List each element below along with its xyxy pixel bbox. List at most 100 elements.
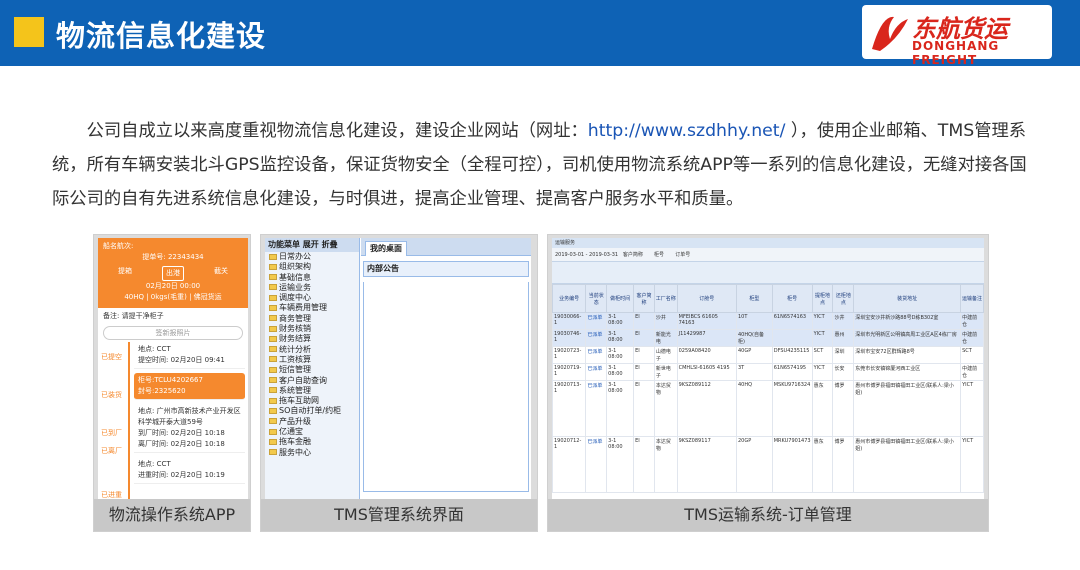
table-cell: 20GP [735,436,773,493]
tms-screen: 功能菜单 展开 折叠 日常办公 组织架构 基础信息 运输业务 调度中心 车辆费用管理 商务管… [265,238,531,500]
table-cell: 40HQ [735,380,773,437]
table-cell: 19020719-1 [552,363,587,381]
folder-icon [269,325,277,332]
menu-header: 功能菜单 展开 折叠 [265,238,359,252]
menu-item[interactable]: 服务中心 [265,448,359,458]
menu-item[interactable]: 组织架构 [265,262,359,272]
table-cell: YICT [960,380,984,437]
order-title-bar: 运输服务 [552,238,984,248]
order-caption: TMS运输系统-订单管理 [548,499,988,531]
menu-item[interactable]: 产品升级 [265,417,359,427]
title-accent-square [14,17,44,47]
column-header[interactable]: 提柜地点 [811,284,834,313]
column-header[interactable]: 柜号 [771,284,813,313]
column-header[interactable]: 柜型 [735,284,773,313]
menu-item-label: 客户自助查询 [279,375,327,385]
timeline-card[interactable]: 地点: 广州市高新技术产业开发区科学城开泰大道59号 到厂时间: 02月20日 1… [134,404,245,453]
table-cell: DFSU4235115 [771,346,813,364]
menu-item[interactable]: 工资核算 [265,355,359,365]
container-filter-label: 柜号 [654,252,665,258]
menu-item[interactable]: 调度中心 [265,293,359,303]
menu-item[interactable]: 短信管理 [265,365,359,375]
menu-item[interactable]: 日常办公 [265,252,359,262]
column-header[interactable]: 还柜地点 [832,284,855,313]
menu-item-label: 拖车金融 [279,437,311,447]
folder-icon [269,304,277,311]
table-cell: 沙井 [653,312,678,330]
menu-item[interactable]: 商务管理 [265,314,359,324]
column-header[interactable]: 客户简称 [633,284,655,313]
customer-filter-label: 客户简称 [622,252,643,258]
sign-photo-button[interactable]: 签新报照片 [103,326,243,340]
table-cell: CMHLSI-61605 4195 [676,363,737,381]
container-info: 40HQ | 0kgs(毛重) | 佛冠货运 [124,293,222,301]
table-cell: YICT [811,363,834,381]
timeline-card[interactable]: 地点: CCT 提空时间: 02月20日 09:41 [134,342,245,369]
date-from-field[interactable]: 2019-03-01 [555,252,584,258]
menu-item[interactable]: 统计分析 [265,345,359,355]
menu-item-label: SO自动打单/约柜 [279,406,342,416]
table-cell: 长安 [832,363,855,381]
table-cell: 惠州市博罗县福田镇福田工业区(联系人:梁小姐) [853,436,962,493]
table-row[interactable]: 19030066-1 已派单 3-1 08:00 EI 沙井 MFEIBCS 61605 … [552,312,984,330]
menu-item[interactable]: 系统管理 [265,386,359,396]
folder-icon [269,387,277,394]
table-cell: MFEIBCS 61605 74163 [676,312,737,330]
remark-text: 备注: 请提干净柜子 [103,312,164,320]
folder-icon [269,263,277,270]
menu-item-label: 日常办公 [279,252,311,261]
column-header[interactable]: 工厂名称 [653,284,678,313]
column-header[interactable]: 做柜时间 [606,284,635,313]
table-cell: 本达贸物 [653,436,678,493]
table-row[interactable]: 19020723-1 已派单 3-1 08:00 EI 山德电子 0259A08420 40… [552,346,984,364]
menu-item[interactable]: 客户自助查询 [265,376,359,386]
table-cell: 40GP [735,346,773,364]
menu-item[interactable]: 亿通宝 [265,427,359,437]
date-to-field[interactable]: 2019-03-31 [589,252,618,258]
menu-item[interactable]: 车辆费用管理 [265,303,359,313]
menu-item[interactable]: SO自动打单/约柜 [265,406,359,416]
folder-icon [269,366,277,373]
table-cell: EI [633,436,655,493]
table-cell: 3-1 08:00 [606,436,635,493]
column-header[interactable]: 装货地址 [853,284,962,313]
table-row[interactable]: 19020713-1 已派单 3-1 08:00 EI 本达贸物 9KSZ089112 40… [552,380,984,437]
port-button[interactable]: 出港 [162,266,184,281]
menu-item[interactable]: 基础信息 [265,273,359,283]
menu-item-label: 组织架构 [279,262,311,272]
folder-icon [269,356,277,363]
menu-item-label: 统计分析 [279,344,311,354]
logo-mark-icon [872,16,908,51]
timeline-card-active[interactable]: 柜号:TCLU4202667 封号:2325620 [134,373,245,400]
table-cell: EI [633,380,655,437]
table-cell: 3-1 08:00 [606,363,635,381]
cutoff-label: 截关 [214,267,228,275]
table-row[interactable]: 19020719-1 已派单 3-1 08:00 EI 新世电子 CMHLSI-61605… [552,363,984,381]
menu-item-label: 拖车互助网 [279,396,319,406]
tab-desktop[interactable]: 我的桌面 [365,241,407,256]
menu-item[interactable]: 财务结算 [265,334,359,344]
folder-icon [269,346,277,353]
column-header[interactable]: 业务编号 [552,284,587,313]
column-header[interactable]: 当前状态 [585,284,608,313]
folder-icon [269,253,277,260]
menu-item[interactable]: 财务核销 [265,324,359,334]
table-row[interactable]: 19030746-1 已派单 3-1 08:00 EI 新能光电 J11429987 40H… [552,329,984,347]
menu-item[interactable]: 拖车金融 [265,437,359,447]
menu-item-label: 工资核算 [279,354,311,364]
table-row[interactable]: 19020712-1 已派单 3-1 08:00 EI 本达贸物 9KSZ089117 20… [552,436,984,493]
menu-item[interactable]: 拖车互助网 [265,396,359,406]
menu-item-label: 财务核销 [279,324,311,334]
timeline-card[interactable]: 地点: CCT 进重时间: 02月20日 10:19 [134,457,245,484]
table-cell: 19030746-1 [552,329,587,347]
table-cell: SCT [960,346,984,364]
table-cell: EI [633,312,655,330]
menu-item[interactable]: 运输业务 [265,283,359,293]
menu-list: 日常办公 组织架构 基础信息 运输业务 调度中心 车辆费用管理 商务管理 财务核销 财务结算 统计… [265,252,359,458]
tab-bar: 我的桌面 [361,238,531,256]
order-screenshot-panel: 运输服务 2019-03-01 - 2019-03-31 客户简称 柜号 订单号… [547,234,989,532]
bill-number: 提单号: 22343434 [142,253,204,261]
column-header[interactable]: 运输备注 [960,284,984,313]
website-link[interactable]: http://www.szdhhy.net/ [588,121,786,141]
column-header[interactable]: 订舱号 [676,284,737,313]
